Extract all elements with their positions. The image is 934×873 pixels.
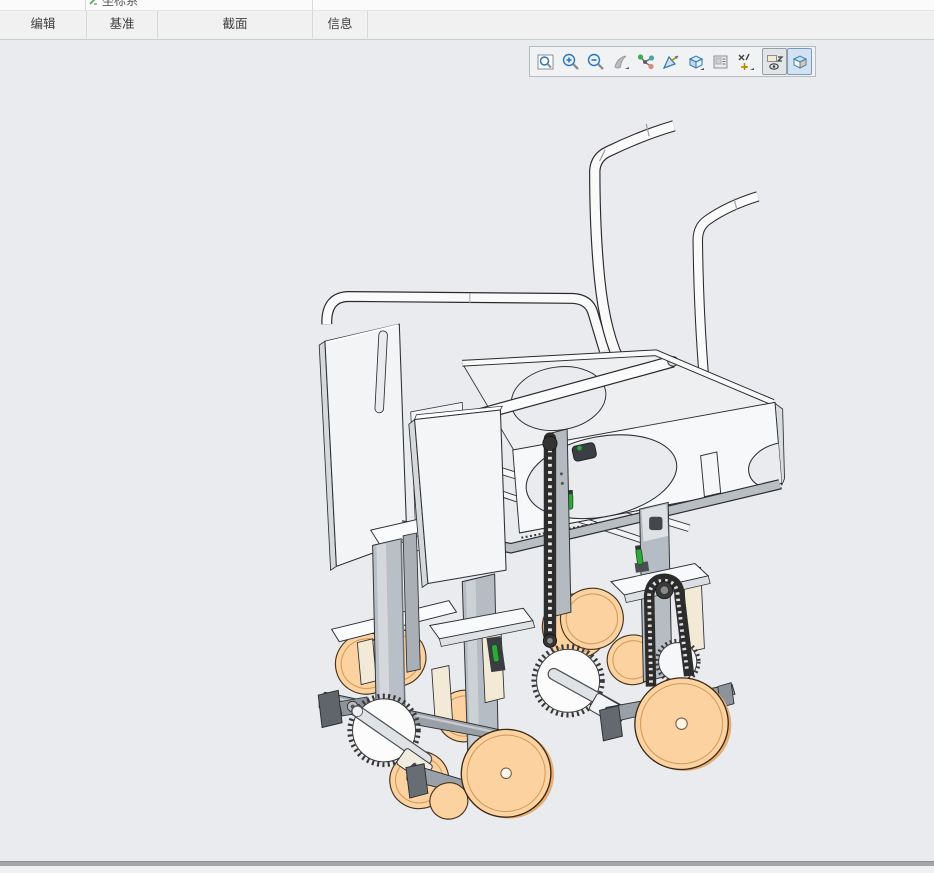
shaded-view-button[interactable] [787, 48, 812, 75]
ribbon-separator [312, 0, 313, 10]
seeder-3d-model[interactable] [0, 40, 934, 861]
ribbon-group-datum: 基准 [87, 11, 158, 38]
zoom-refit-icon [536, 52, 556, 72]
ribbon-group-empty [368, 11, 934, 38]
datum-display-checkbox-item[interactable]: 坐标系 [89, 0, 138, 9]
saved-orientations-button[interactable] [658, 48, 683, 75]
handlebar-left[interactable] [595, 124, 674, 381]
zoom-in-icon [561, 52, 581, 72]
status-bar-strip [0, 866, 934, 873]
spin-center-button[interactable] [633, 48, 658, 75]
view-manager-icon [711, 52, 731, 72]
ribbon-separator [85, 0, 86, 10]
datum-small-icon [89, 0, 98, 5]
spin-center-icon [636, 52, 656, 72]
display-style-icon [686, 52, 706, 72]
ribbon-group-info: 信息 [313, 11, 368, 38]
clipped-item-label: 坐标系 [102, 0, 138, 9]
ribbon-group-edit: 编辑 [0, 11, 87, 38]
zoom-out-icon [586, 52, 606, 72]
repaint-icon [611, 52, 631, 72]
repaint-button[interactable] [608, 48, 633, 75]
graphics-toolbar [529, 46, 816, 77]
ribbon-group-labels: 编辑 基准 截面 信息 [0, 11, 934, 39]
datum-display-icon [736, 52, 756, 72]
ribbon-clipped-row: 坐标系 [0, 0, 934, 11]
graphics-viewport[interactable] [0, 40, 934, 861]
front-panel[interactable] [409, 406, 506, 587]
display-style-button[interactable] [683, 48, 708, 75]
zoom-in-button[interactable] [558, 48, 583, 75]
annotation-display-icon [765, 52, 785, 72]
annotation-display-button[interactable] [762, 48, 787, 75]
refit-button[interactable] [533, 48, 558, 75]
ribbon-group-section: 截面 [158, 11, 313, 38]
datum-display-button[interactable] [733, 48, 758, 75]
ribbon-bottom-strip: 坐标系 编辑 基准 截面 信息 [0, 0, 934, 40]
left-leg[interactable] [373, 533, 421, 722]
view-manager-button[interactable] [708, 48, 733, 75]
saved-orientations-icon [661, 52, 681, 72]
zoom-out-button[interactable] [583, 48, 608, 75]
shaded-cube-icon [790, 52, 810, 72]
